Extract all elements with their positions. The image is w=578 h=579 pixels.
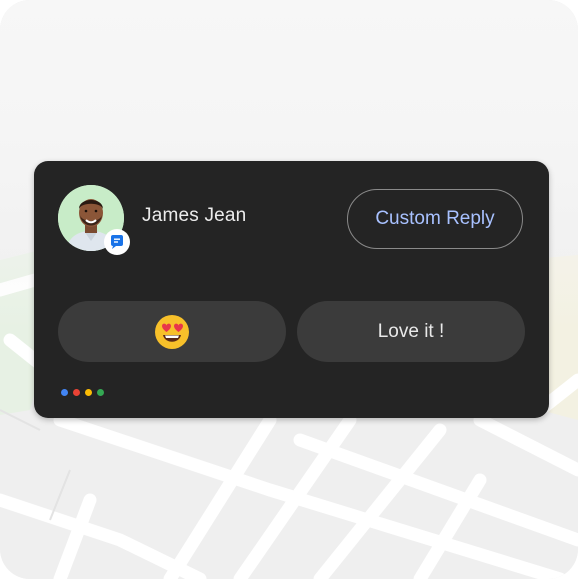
heart-eyes-emoji-icon: [155, 314, 189, 349]
message-card: James Jean Custom Reply Love it !: [34, 161, 549, 418]
messages-icon: [111, 235, 123, 249]
assistant-indicator: [61, 389, 104, 396]
messages-badge: [104, 229, 130, 255]
quick-reply-love-it-button[interactable]: Love it !: [297, 301, 525, 362]
quick-reply-emoji-button[interactable]: [58, 301, 286, 362]
contact-name: James Jean: [142, 205, 247, 226]
screen: James Jean Custom Reply Love it !: [0, 0, 578, 579]
assistant-dot-red: [73, 389, 80, 396]
assistant-dot-yellow: [85, 389, 92, 396]
assistant-dot-green: [97, 389, 104, 396]
assistant-dot-blue: [61, 389, 68, 396]
custom-reply-button[interactable]: Custom Reply: [347, 189, 523, 249]
